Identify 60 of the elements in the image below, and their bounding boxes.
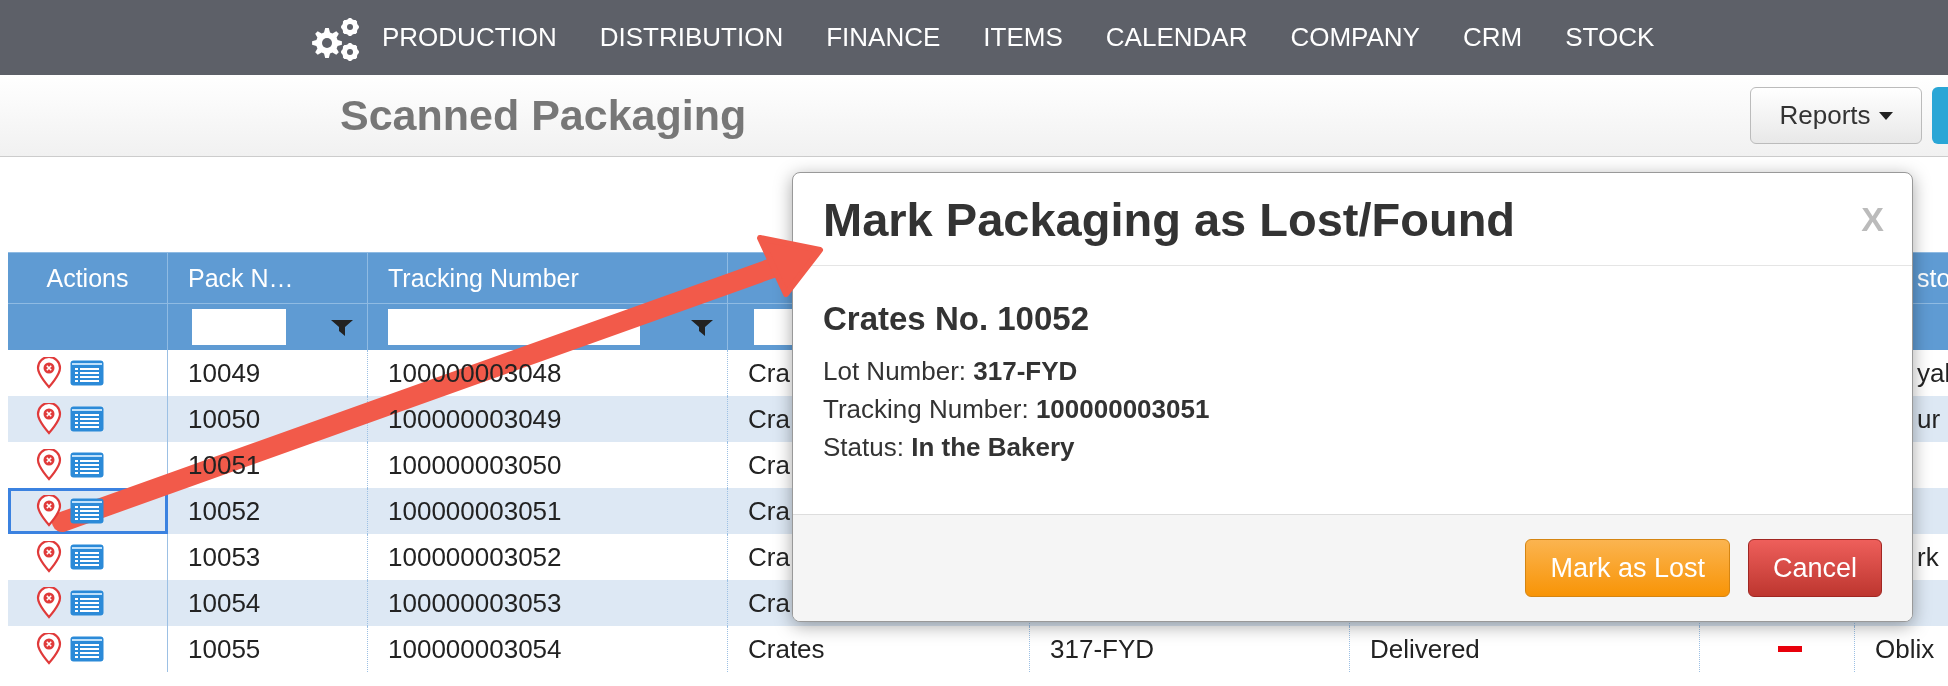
reports-button[interactable]: Reports	[1750, 87, 1922, 144]
table-cell: Oblix	[1875, 633, 1935, 665]
selected-action-cell[interactable]	[8, 488, 168, 534]
detail-line: Lot Number: 317-FYD	[823, 355, 1079, 388]
table-cell: Cra	[748, 541, 790, 573]
list-icon[interactable]	[70, 360, 104, 386]
nav-menu-item[interactable]: CALENDAR	[1105, 22, 1248, 53]
remove-pin-icon[interactable]	[36, 541, 62, 573]
list-icon[interactable]	[70, 590, 104, 616]
nav-menu-item[interactable]: ITEMS	[983, 22, 1063, 53]
table-cell: 100000003051	[388, 495, 562, 527]
filter-icon[interactable]	[691, 320, 713, 336]
filter-field[interactable]	[192, 309, 286, 345]
table-cell: 10055	[188, 633, 261, 665]
nav-menu-item[interactable]: PRODUCTION	[382, 22, 557, 53]
table-cell: ur	[1917, 403, 1941, 435]
table-cell: 100000003050	[388, 449, 562, 481]
table-cell: Cra	[748, 449, 790, 481]
list-icon[interactable]	[70, 498, 104, 524]
page-title: Scanned Packaging	[340, 91, 747, 140]
cancel-button[interactable]: Cancel	[1747, 539, 1882, 597]
table-cell: Cra	[748, 403, 790, 435]
table-cell: 100000003054	[388, 633, 562, 665]
remove-pin-icon[interactable]	[36, 449, 62, 481]
table-cell: 100000003049	[388, 403, 562, 435]
remove-pin-icon[interactable]	[36, 495, 62, 527]
table-cell: yal	[1917, 357, 1948, 389]
table-cell: 10050	[188, 403, 261, 435]
dialog-heading: Crates No. 10052	[823, 300, 1090, 338]
filter-icon[interactable]	[331, 320, 353, 336]
table-cell: 317-FYD	[1050, 633, 1155, 665]
table-cell: 10049	[188, 357, 261, 389]
table-cell: 100000003053	[388, 587, 562, 619]
remove-pin-icon[interactable]	[36, 633, 62, 665]
remove-pin-icon[interactable]	[36, 403, 62, 435]
table-cell: 10054	[188, 587, 261, 619]
table-cell: 100000003052	[388, 541, 562, 573]
detail-line: Status: In the Bakery	[823, 431, 1076, 464]
list-icon[interactable]	[70, 544, 104, 570]
remove-pin-icon[interactable]	[36, 357, 62, 389]
table-cell: Cra	[748, 357, 790, 389]
table-cell: Cra	[748, 495, 790, 527]
nav-menu-item[interactable]: CRM	[1462, 22, 1523, 53]
nav-menu-item[interactable]: FINANCE	[826, 22, 941, 53]
table-cell: Cra	[748, 587, 790, 619]
caret-icon	[1878, 111, 1893, 120]
nav-menu-item[interactable]: COMPANY	[1290, 22, 1420, 53]
nav-menu-item[interactable]: DISTRIBUTION	[599, 22, 784, 53]
table-cell: Delivered	[1370, 633, 1480, 665]
detail-line: Tracking Number: 100000003051	[823, 393, 1211, 426]
dialog-title: Mark Packaging as Lost/Found	[823, 191, 1516, 247]
nav-menu-item[interactable]: STOCK	[1565, 22, 1655, 53]
table-cell: 10052	[188, 495, 261, 527]
table-cell: rk	[1917, 541, 1939, 573]
remove-pin-icon[interactable]	[36, 587, 62, 619]
list-icon[interactable]	[70, 452, 104, 478]
table-cell: 10053	[188, 541, 261, 573]
list-icon[interactable]	[70, 406, 104, 432]
list-icon[interactable]	[70, 636, 104, 662]
table-cell: Crates	[748, 633, 825, 665]
